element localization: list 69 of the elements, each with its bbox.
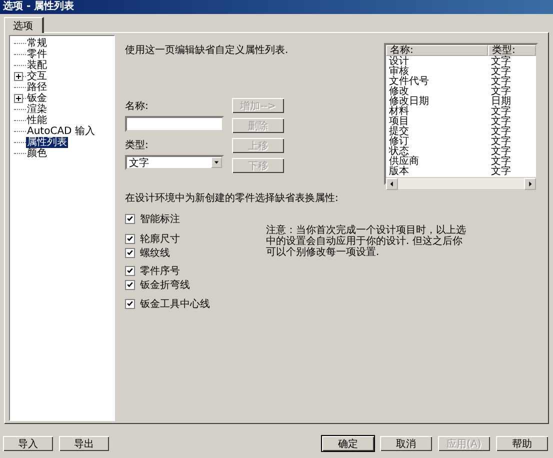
column-header[interactable]: 类型:: [488, 45, 536, 56]
table-cell-text: 日期: [490, 97, 512, 107]
checkbox-label: 零件序号: [140, 264, 180, 278]
checkbox-label: 钣金折弯线: [140, 278, 190, 292]
footer-button[interactable]: 导出: [58, 435, 110, 452]
table-cell-text: 文字: [490, 87, 512, 97]
checkbox[interactable]: [125, 266, 135, 276]
tree-item[interactable]: 钣金: [26, 93, 48, 104]
table-cell-text: 状态: [388, 147, 409, 157]
checkbox-label: 轮廓尺寸: [140, 232, 180, 246]
tree-item[interactable]: 路径: [26, 82, 48, 93]
horizontal-scrollbar[interactable]: [386, 177, 536, 189]
table-cell-text: 文件代号: [388, 77, 430, 87]
tree-item[interactable]: 性能: [26, 115, 48, 126]
description-text: 使用这一页编辑缺省自定义属性列表.: [125, 44, 288, 57]
scroll-left-icon[interactable]: [386, 178, 398, 190]
table-cell-text: 设计: [388, 57, 410, 67]
scroll-right-icon[interactable]: [524, 178, 536, 190]
footer-button[interactable]: 导入: [2, 435, 54, 452]
expand-icon[interactable]: [14, 94, 23, 103]
column-header[interactable]: 名称:: [386, 45, 488, 56]
table-cell-text: 修订: [388, 137, 410, 147]
tree-item[interactable]: 颜色: [26, 148, 48, 159]
tree-item[interactable]: 交互: [26, 71, 48, 82]
table-cell-text: 修改: [388, 87, 410, 97]
table-cell-text: 修改日期: [388, 97, 430, 107]
name-field[interactable]: [125, 116, 224, 132]
checkbox[interactable]: [125, 234, 135, 244]
type-label: 类型:: [125, 138, 150, 152]
table-cell-text: 材料: [388, 107, 410, 117]
section-label: 在设计环境中为新创建的零件选择缺省表换属性:: [125, 192, 340, 205]
table-cell-text: 文字: [490, 127, 512, 137]
table-cell-text: 文字: [490, 167, 512, 177]
table-cell-text: 文字: [490, 147, 512, 157]
window-title: 选项 - 属性列表: [3, 1, 74, 13]
footer-button[interactable]: 取消: [379, 435, 433, 452]
table-cell-text: 文字: [490, 107, 512, 117]
table-cell-text: 文字: [490, 157, 512, 167]
table-cell-text: 文字: [490, 57, 512, 67]
table-cell-text: 文字: [490, 117, 512, 127]
checkbox[interactable]: [125, 298, 135, 308]
checkbox[interactable]: [125, 248, 135, 258]
table-cell-text: 审核: [388, 67, 409, 77]
name-label: 名称:: [125, 100, 150, 113]
table-cell-text: 文字: [490, 67, 512, 77]
checkbox-label: 螺纹线: [140, 246, 170, 260]
tree-item[interactable]: 属性列表: [26, 137, 68, 148]
footer-button[interactable]: 确定: [321, 435, 375, 452]
caret-icon: [211, 157, 222, 168]
table-cell-text: 项目: [388, 117, 410, 127]
table-cell-text: 提交: [388, 127, 410, 137]
tab[interactable]: 选项: [4, 17, 44, 33]
table-cell-text: 文字: [490, 77, 512, 87]
tree-item[interactable]: 零件: [26, 49, 48, 60]
checkbox-label: 钣金工具中心线: [140, 298, 210, 310]
tree-item[interactable]: 渲染: [26, 104, 48, 115]
expand-icon[interactable]: [14, 72, 23, 81]
tree-item[interactable]: 常规: [26, 38, 48, 49]
footer-button[interactable]: 帮助: [495, 435, 549, 452]
tree-item[interactable]: AutoCAD 输入: [26, 126, 96, 137]
note-text: 注意：当你首次完成一个设计项目时，以上选中的设置会自动应用于你的设计. 但这之后你可以个别修改每一项设置.: [266, 225, 467, 260]
table-cell-text: 文字: [490, 137, 512, 147]
table-cell-text: 供应商: [388, 157, 420, 167]
tree-item[interactable]: 装配: [26, 60, 48, 71]
type-dropdown[interactable]: 文字: [125, 155, 224, 170]
checkbox[interactable]: [125, 214, 135, 224]
table-cell-text: 版本: [388, 167, 410, 177]
checkbox[interactable]: [125, 280, 135, 290]
checkbox-label: 智能标注: [140, 212, 180, 226]
